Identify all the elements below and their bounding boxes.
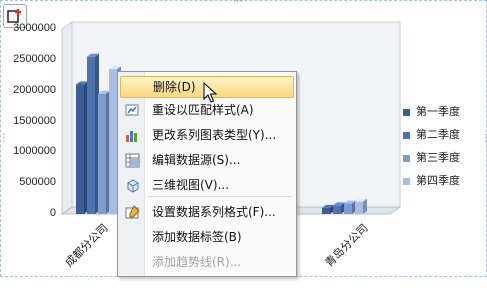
format-series-icon <box>125 205 140 220</box>
bar <box>333 202 345 214</box>
context-menu-item-label: 重设以匹配样式(A) <box>152 103 254 117</box>
bar-front <box>87 56 95 214</box>
menu-separator <box>148 196 292 197</box>
context-menu-item-label: 编辑数据源(S)... <box>152 153 241 167</box>
legend-swatch <box>403 108 410 116</box>
bar <box>98 90 110 214</box>
legend-item[interactable]: 第二季度 <box>403 126 460 142</box>
bar-front <box>344 203 352 214</box>
legend-swatch <box>403 177 410 185</box>
context-menu-item[interactable]: 更改系列图表类型(Y)... <box>120 124 294 146</box>
y-tick-label: 0 <box>49 207 56 219</box>
bar <box>87 53 99 214</box>
y-tick-label: 1000000 <box>13 145 56 158</box>
y-tick-label: 1500000 <box>13 114 56 127</box>
bar <box>344 200 356 214</box>
bar <box>355 198 367 214</box>
bar-front <box>322 207 330 214</box>
legend-label: 第一季度 <box>416 105 460 118</box>
bar-front <box>333 205 341 214</box>
context-menu-item[interactable]: 三维视图(V)... <box>120 174 294 196</box>
legend-item[interactable]: 第一季度 <box>403 103 460 119</box>
context-menu-item[interactable]: 设置数据系列格式(F)... <box>120 201 294 223</box>
legend-label: 第三季度 <box>416 151 460 164</box>
mouse-cursor-icon <box>203 82 218 103</box>
context-menu-item-label: 三维视图(V)... <box>152 178 230 192</box>
chart-type-icon <box>125 128 140 143</box>
legend-item[interactable]: 第四季度 <box>403 172 460 188</box>
context-menu-item-label: 更改系列图表类型(Y)... <box>152 128 277 142</box>
context-menu-item-label: 添加趋势线(R)... <box>152 255 242 269</box>
context-menu-item-label: 设置数据系列格式(F)... <box>152 205 276 219</box>
legend-item[interactable]: 第三季度 <box>403 149 460 165</box>
3d-view-icon <box>125 178 140 193</box>
data-source-icon <box>125 153 140 168</box>
legend-label: 第四季度 <box>416 174 460 187</box>
bar-front <box>355 201 363 214</box>
y-tick-label: 2000000 <box>13 83 56 96</box>
y-tick-label: 2500000 <box>13 52 56 65</box>
legend-swatch <box>403 131 410 139</box>
bar <box>76 81 88 214</box>
context-menu-item-label: 删除(D) <box>153 80 196 94</box>
context-menu-item: 添加趋势线(R)... <box>120 251 294 273</box>
bar-front <box>98 93 106 214</box>
bar-front <box>76 84 84 214</box>
y-tick-label: 3000000 <box>13 22 56 34</box>
context-menu-item-label: 添加数据标签(B) <box>152 230 242 244</box>
chart-side-wall <box>61 21 73 215</box>
bar-front <box>109 69 117 214</box>
legend-label: 第二季度 <box>416 128 460 141</box>
y-tick-label: 500000 <box>19 176 56 189</box>
reset-style-icon <box>125 103 140 118</box>
context-menu-item[interactable]: 添加数据标签(B) <box>120 226 294 248</box>
context-menu-item[interactable]: 编辑数据源(S)... <box>120 149 294 171</box>
legend-swatch <box>403 154 410 162</box>
